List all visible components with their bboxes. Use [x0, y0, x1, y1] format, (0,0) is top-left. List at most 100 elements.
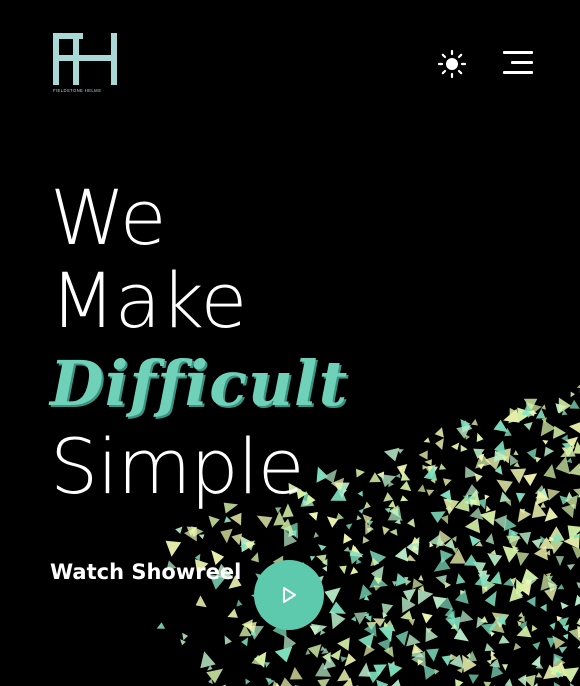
particle	[186, 526, 197, 537]
particle	[362, 514, 373, 525]
particle	[239, 624, 252, 637]
particle	[362, 536, 370, 544]
particle	[464, 518, 481, 534]
particle	[392, 581, 398, 587]
particle	[526, 596, 536, 607]
particle	[547, 488, 561, 501]
particle	[335, 512, 344, 521]
particle	[400, 495, 409, 502]
particle	[240, 543, 246, 551]
watch-showreel-link[interactable]: Watch Showreel	[50, 560, 241, 584]
particle	[435, 438, 444, 450]
particle	[364, 612, 369, 619]
particle	[555, 403, 567, 414]
particle	[345, 523, 353, 530]
particle	[382, 620, 396, 632]
particle	[521, 403, 535, 417]
particle	[550, 661, 568, 677]
particle	[490, 650, 496, 657]
particle	[400, 471, 411, 481]
particle	[504, 427, 512, 437]
particle	[411, 651, 426, 668]
particle	[198, 534, 205, 540]
hamburger-menu-icon[interactable]	[503, 51, 535, 75]
particle	[224, 516, 232, 523]
particle	[535, 490, 550, 506]
particle	[435, 574, 447, 586]
particle	[535, 408, 546, 419]
particle	[456, 573, 466, 585]
particle	[369, 550, 387, 567]
particle	[499, 491, 511, 503]
particle	[405, 554, 416, 562]
particle	[485, 505, 491, 513]
particle	[387, 508, 403, 521]
particle	[512, 545, 519, 552]
play-button[interactable]	[254, 560, 324, 630]
particle	[557, 671, 564, 678]
particle	[545, 549, 551, 556]
particle	[465, 466, 479, 478]
sun-icon[interactable]	[437, 49, 467, 79]
particle	[389, 506, 402, 519]
particle	[256, 515, 273, 529]
particle	[411, 645, 425, 658]
particle	[417, 659, 424, 666]
particle	[453, 627, 469, 642]
particle	[366, 621, 378, 631]
particle	[456, 667, 464, 674]
particle	[408, 618, 416, 626]
particle	[540, 502, 546, 508]
particle	[542, 440, 549, 445]
particle	[359, 584, 373, 600]
particle	[489, 658, 501, 668]
particle	[561, 434, 569, 443]
particle	[275, 682, 280, 686]
particle	[439, 539, 446, 547]
particle	[531, 409, 538, 416]
particle	[464, 554, 480, 566]
particle	[509, 586, 523, 602]
particle	[441, 655, 453, 666]
particle	[411, 643, 424, 654]
particle	[480, 616, 488, 623]
particle	[519, 508, 525, 514]
particle	[411, 536, 420, 544]
particle	[510, 577, 517, 586]
particle	[484, 454, 503, 470]
particle	[389, 661, 396, 668]
particle	[483, 681, 492, 686]
particle	[231, 533, 243, 546]
particle	[250, 552, 259, 563]
particle	[496, 479, 513, 493]
particle	[573, 488, 580, 497]
particle	[349, 546, 363, 558]
particle	[489, 630, 495, 637]
particle	[561, 442, 573, 452]
particle	[566, 491, 573, 499]
particle	[343, 533, 353, 544]
particle	[243, 540, 255, 551]
particle	[247, 625, 264, 640]
hero-headline: We Make Difficult Simple	[50, 176, 348, 508]
particle	[474, 573, 490, 588]
particle	[555, 456, 571, 475]
particle	[156, 622, 166, 629]
fieldstone-helms-logo[interactable]: FIELDSTONE HELMS	[53, 33, 119, 95]
particle	[356, 515, 362, 521]
particle	[473, 448, 485, 459]
particle	[433, 557, 451, 572]
particle	[280, 677, 293, 686]
particle	[331, 611, 346, 630]
particle	[380, 474, 396, 488]
particle	[541, 417, 547, 424]
particle	[488, 616, 505, 634]
particle	[350, 566, 359, 575]
particle	[224, 635, 232, 645]
particle	[494, 450, 508, 463]
particle	[515, 492, 526, 503]
particle	[378, 624, 394, 643]
particle	[544, 446, 555, 457]
particle	[449, 548, 466, 564]
particle	[544, 507, 558, 522]
